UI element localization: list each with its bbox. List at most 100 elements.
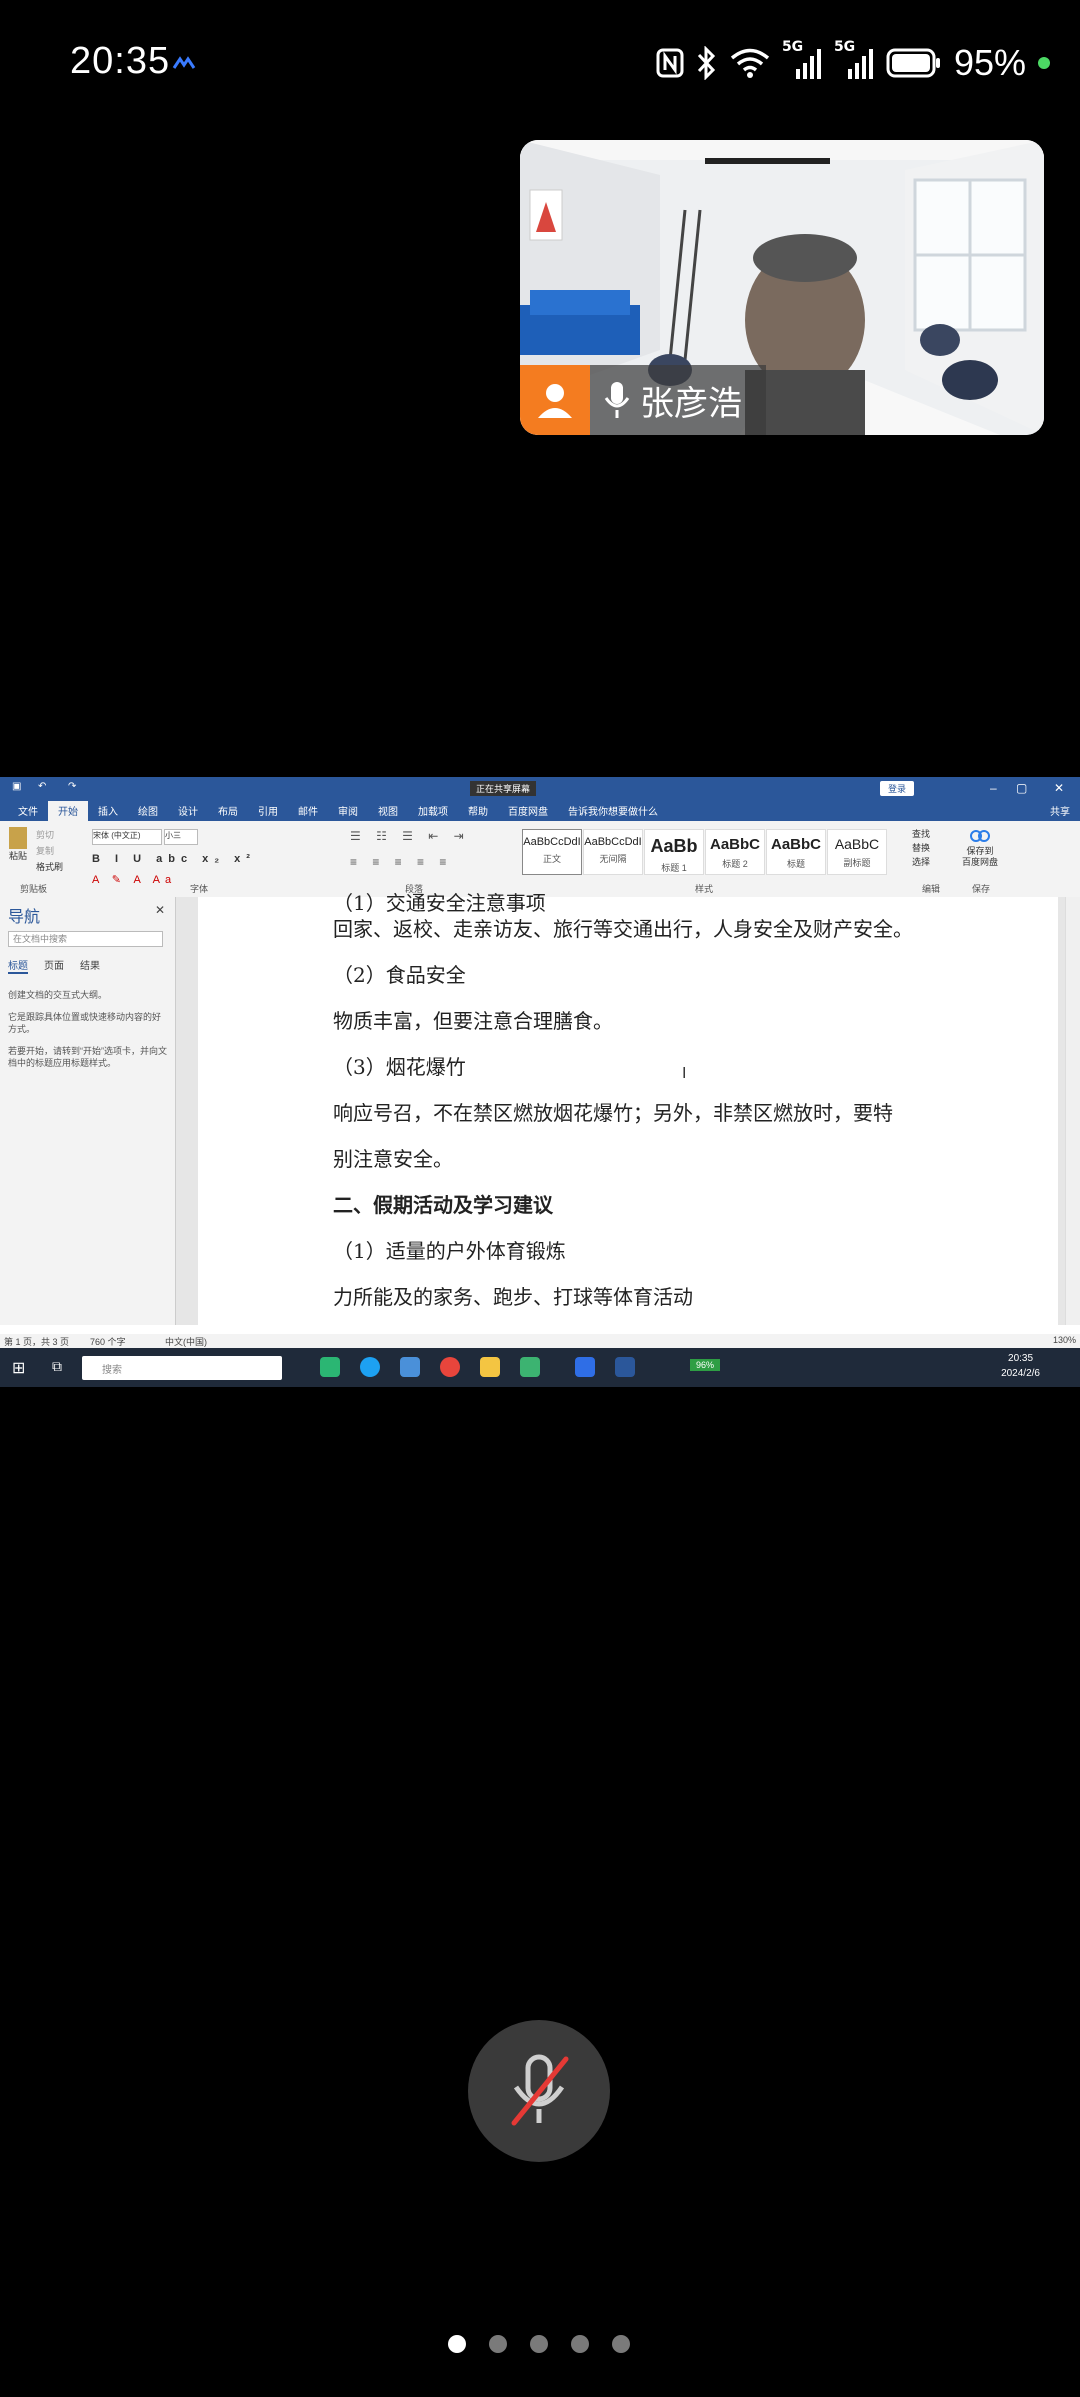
file-explorer-icon[interactable] (480, 1357, 500, 1377)
format-painter-button[interactable]: 格式刷 (36, 859, 63, 875)
save-to-netdisk-button[interactable]: 保存到 百度网盘 (962, 827, 998, 868)
editing-group-label: 编辑 (922, 884, 941, 894)
select-button[interactable]: 选择 (912, 855, 930, 869)
doc-line: 物质丰富，但要注意合理膳食。 (333, 1009, 613, 1033)
zoom-level[interactable]: 130% (1053, 1335, 1076, 1345)
style-heading-1[interactable]: AaBb 标题 1 (644, 829, 704, 875)
tell-me-search[interactable]: 告诉我你想要做什么 (558, 800, 668, 821)
nav-tab-pages[interactable]: 页面 (44, 957, 64, 974)
edge-icon[interactable] (360, 1357, 380, 1377)
login-button[interactable]: 登录 (880, 781, 915, 796)
unmute-microphone-button[interactable] (468, 2020, 610, 2162)
signal-1-icon: 5G (782, 39, 822, 81)
task-view-icon[interactable]: ⧉ (52, 1358, 62, 1375)
nav-title: 导航 (8, 909, 41, 926)
redo-icon[interactable]: ↷ (68, 781, 76, 792)
meeting-app-icon (172, 56, 196, 69)
app-icon[interactable] (320, 1357, 340, 1377)
replace-button[interactable]: 替换 (912, 841, 930, 855)
vertical-scrollbar[interactable] (1065, 897, 1080, 1325)
wifi-icon (730, 48, 770, 78)
app-icon[interactable] (400, 1357, 420, 1377)
taskbar-clock[interactable]: 20:35 2024/2/6 (1001, 1351, 1040, 1381)
doc-heading: 二、假期活动及学习建议 (333, 1193, 553, 1217)
tab-addins[interactable]: 加载项 (408, 800, 458, 821)
avatar (520, 365, 590, 435)
word-titlebar: ▣ ↶ ↷ 正在共享屏幕 登录 – ▢ ✕ (0, 777, 1080, 801)
participant-video-tile[interactable]: 张彦浩 (520, 140, 1044, 435)
tab-insert[interactable]: 插入 (88, 800, 128, 821)
tab-draw[interactable]: 绘图 (128, 800, 168, 821)
document-area: （1）交通安全注意事项 回家、返校、走亲访友、旅行等交通出行，人身安全及财产安全… (176, 891, 1066, 1325)
doc-line: （1）交通安全注意事项 (333, 891, 546, 915)
person-icon (538, 384, 572, 418)
tab-home[interactable]: 开始 (48, 800, 88, 821)
page-dot-active[interactable] (448, 2335, 466, 2353)
doc-line: （3）烟花爆竹 (333, 1055, 466, 1079)
close-icon[interactable]: ✕ (1054, 781, 1064, 795)
find-button[interactable]: 查找 (912, 827, 930, 841)
tab-layout[interactable]: 布局 (208, 800, 248, 821)
paste-button[interactable]: 粘贴 (6, 827, 30, 862)
font-color-buttons[interactable]: A ✎ A Aa (92, 873, 176, 886)
style-no-spacing[interactable]: AaBbCcDdI 无间隔 (583, 829, 643, 875)
tab-file[interactable]: 文件 (8, 800, 48, 821)
tab-view[interactable]: 视图 (368, 800, 408, 821)
privacy-indicator-dot (1038, 57, 1050, 69)
tab-references[interactable]: 引用 (248, 800, 288, 821)
doc-line: （2）食品安全 (333, 963, 466, 987)
battery-badge: 96% (690, 1359, 721, 1371)
microphone-icon (604, 382, 630, 418)
style-heading-2[interactable]: AaBbC 标题 2 (705, 829, 765, 875)
page-dot[interactable] (612, 2335, 630, 2353)
document-page[interactable]: （1）交通安全注意事项 回家、返校、走亲访友、旅行等交通出行，人身安全及财产安全… (198, 891, 1058, 1325)
status-time: 20:35 (70, 40, 171, 82)
maximize-icon[interactable]: ▢ (1016, 781, 1027, 795)
page-indicator (448, 2335, 630, 2353)
nav-tab-headings[interactable]: 标题 (8, 957, 28, 974)
page-dot[interactable] (571, 2335, 589, 2353)
minimize-icon[interactable]: – (990, 781, 997, 795)
tab-help[interactable]: 帮助 (458, 800, 498, 821)
chrome-icon[interactable] (440, 1357, 460, 1377)
nav-help-text-1: 创建文档的交互式大纲。 (8, 990, 108, 1000)
nav-search-input[interactable]: 在文档中搜索 (8, 931, 163, 947)
style-normal[interactable]: AaBbCcDdI 正文 (522, 829, 582, 875)
font-name-select[interactable]: 宋体 (中文正) (92, 829, 162, 845)
doc-line: （1）适量的户外体育锻炼 (333, 1239, 566, 1263)
style-title[interactable]: AaBbC 标题 (766, 829, 826, 875)
tab-baidu-netdisk[interactable]: 百度网盘 (498, 800, 558, 821)
copy-button[interactable]: 复制 (36, 843, 63, 859)
clipboard-group-label: 剪贴板 (20, 884, 48, 894)
nav-close-icon[interactable]: ✕ (155, 903, 165, 917)
nav-tab-results[interactable]: 结果 (80, 957, 100, 974)
undo-icon[interactable]: ↶ (38, 781, 46, 792)
status-icons: 5G 5G 95% (656, 39, 1050, 84)
style-subtitle[interactable]: AaBbC 副标题 (827, 829, 887, 875)
nav-help-text-3: 若要开始，请转到“开始”选项卡，并向文档中的标题应用标题样式。 (8, 1046, 167, 1068)
word-icon[interactable] (615, 1357, 635, 1377)
windows-start-icon[interactable]: ⊞ (12, 1358, 25, 1378)
font-size-select[interactable]: 小三 (164, 829, 198, 845)
list-buttons[interactable]: ☰ ☷ ☰ ⇤ ⇥ (350, 829, 470, 843)
cut-button[interactable]: 剪切 (36, 827, 63, 843)
font-format-buttons[interactable]: B I U abc x₂ x² (92, 853, 256, 865)
wechat-icon[interactable] (520, 1357, 540, 1377)
page-dot[interactable] (530, 2335, 548, 2353)
participant-name: 张彦浩 (640, 383, 742, 424)
save-icon[interactable]: ▣ (12, 781, 21, 792)
microphone-muted-icon (511, 2054, 569, 2126)
align-buttons[interactable]: ≡ ≡ ≡ ≡ ≡ (350, 855, 452, 869)
share-button[interactable]: 共享 (1040, 800, 1080, 821)
status-bar: 20:35 5G 5G 95% (0, 0, 1080, 130)
taskbar-search[interactable]: 搜索 (82, 1356, 282, 1380)
tab-review[interactable]: 审阅 (328, 800, 368, 821)
window-title: 正在共享屏幕 (470, 781, 537, 796)
page-dot[interactable] (489, 2335, 507, 2353)
cloud-icon (970, 830, 990, 842)
bluetooth-icon (697, 46, 716, 80)
doc-line: 响应号召，不在禁区燃放烟花爆竹；另外，非禁区燃放时，要特 (333, 1101, 893, 1125)
tab-mailings[interactable]: 邮件 (288, 800, 328, 821)
tencent-meeting-icon[interactable] (575, 1357, 595, 1377)
tab-design[interactable]: 设计 (168, 800, 208, 821)
